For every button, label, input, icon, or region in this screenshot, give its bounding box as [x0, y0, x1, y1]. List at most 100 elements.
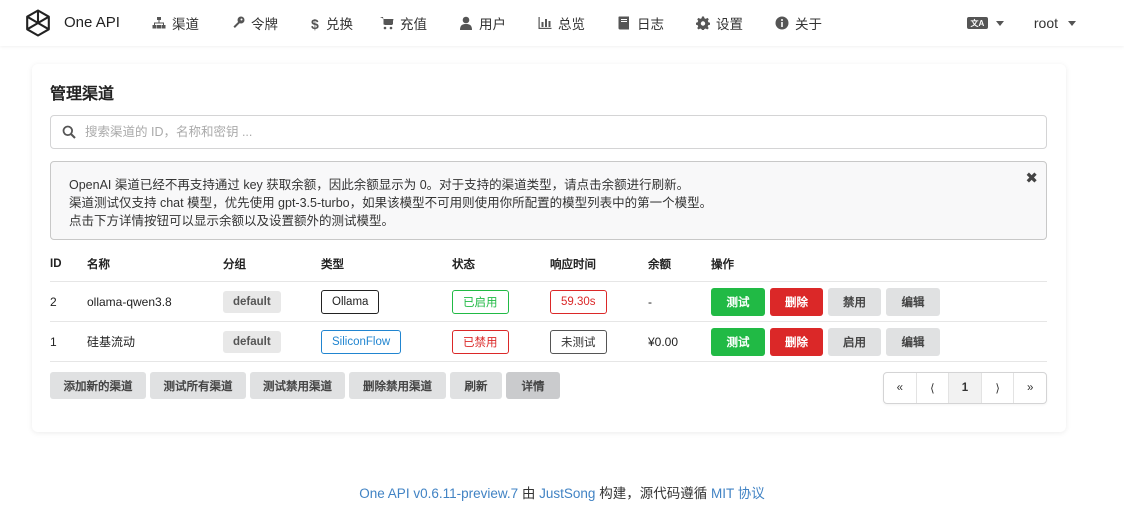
- nav-logs[interactable]: 日志: [617, 13, 664, 33]
- top-navbar: One API 渠道 令牌 $ 兑换 充值 用户 总览 日志 设置 关于 文A …: [0, 0, 1124, 46]
- notice-line: 点击下方详情按钮可以显示余额以及设置额外的测试模型。: [69, 214, 395, 228]
- nav-settings-label: 设置: [716, 17, 743, 32]
- test-all-channels-button[interactable]: 测试所有渠道: [150, 372, 246, 399]
- nav-users[interactable]: 用户: [459, 13, 506, 33]
- nav-logs-label: 日志: [637, 17, 664, 32]
- col-group[interactable]: 分组: [223, 246, 246, 281]
- info-notice: OpenAI 渠道已经不再支持通过 key 获取余额，因此余额显示为 0。对于支…: [50, 161, 1047, 240]
- openai-logo-icon[interactable]: [22, 7, 54, 39]
- chevron-down-icon: [995, 20, 1004, 26]
- dollar-icon: $: [311, 16, 319, 32]
- nav-dashboard-label: 总览: [558, 17, 585, 32]
- main-nav: 渠道 令牌 $ 兑换 充值 用户 总览 日志 设置 关于: [150, 0, 822, 46]
- translate-icon: 文A: [966, 17, 988, 29]
- language-dropdown[interactable]: 文A: [966, 17, 1004, 29]
- col-id[interactable]: ID: [50, 246, 62, 281]
- col-status[interactable]: 状态: [452, 246, 475, 281]
- test-button[interactable]: 测试: [711, 287, 765, 316]
- col-actions: 操作: [711, 258, 734, 271]
- footer-text: 由: [518, 486, 540, 501]
- table-row: 1 硅基流动 default SiliconFlow 已禁用 未测试 ¥0.00…: [50, 322, 1047, 362]
- key-icon: [231, 16, 247, 30]
- bar-chart-icon: [538, 16, 554, 30]
- channels-card: 管理渠道 OpenAI 渠道已经不再支持通过 key 获取余额，因此余额显示为 …: [32, 64, 1066, 432]
- author-link[interactable]: JustSong: [539, 486, 595, 501]
- last-page-button[interactable]: »: [1014, 373, 1046, 403]
- col-type[interactable]: 类型: [321, 246, 344, 281]
- nav-topup[interactable]: 充值: [380, 13, 427, 33]
- type-badge: Ollama: [321, 289, 380, 314]
- nav-channels[interactable]: 渠道: [152, 13, 199, 33]
- nav-users-label: 用户: [479, 17, 506, 32]
- app-brand[interactable]: One API: [64, 14, 120, 31]
- page-title: 管理渠道: [50, 86, 115, 103]
- nav-redeem[interactable]: $ 兑换: [311, 13, 353, 33]
- search-input[interactable]: [85, 125, 985, 139]
- refresh-button[interactable]: 刷新: [450, 372, 502, 399]
- nav-channels-label: 渠道: [172, 17, 199, 32]
- info-icon: [775, 16, 791, 30]
- nav-tokens[interactable]: 令牌: [231, 13, 278, 33]
- user-dropdown[interactable]: root: [1034, 15, 1076, 31]
- test-disabled-channels-button[interactable]: 测试禁用渠道: [250, 372, 345, 399]
- chevron-down-icon: [1068, 20, 1076, 26]
- status-badge: 已启用: [452, 289, 509, 314]
- gear-icon: [696, 16, 712, 30]
- sitemap-icon: [152, 16, 168, 30]
- edit-button[interactable]: 编辑: [886, 287, 940, 316]
- nav-topup-label: 充值: [400, 17, 427, 32]
- nav-tokens-label: 令牌: [251, 17, 278, 32]
- nav-about[interactable]: 关于: [775, 13, 822, 33]
- nav-settings[interactable]: 设置: [696, 13, 743, 33]
- enable-button[interactable]: 启用: [828, 327, 881, 356]
- first-page-button[interactable]: «: [884, 373, 917, 403]
- nav-redeem-label: 兑换: [326, 17, 353, 32]
- footer-text: 构建，源代码遵循: [595, 486, 711, 501]
- edit-button[interactable]: 编辑: [886, 327, 940, 356]
- page-footer: One API v0.6.11-preview.7 由 JustSong 构建，…: [0, 482, 1124, 502]
- row-name: ollama-qwen3.8: [87, 294, 172, 309]
- nav-dashboard[interactable]: 总览: [538, 13, 585, 33]
- table-row: 2 ollama-qwen3.8 default Ollama 已启用 59.3…: [50, 282, 1047, 322]
- col-name[interactable]: 名称: [87, 246, 110, 281]
- book-icon: [617, 16, 633, 30]
- details-button[interactable]: 详情: [506, 372, 560, 399]
- search-icon: [62, 125, 76, 139]
- balance-value[interactable]: ¥0.00: [648, 322, 678, 361]
- group-badge: default: [223, 290, 281, 313]
- disable-button[interactable]: 禁用: [828, 287, 881, 316]
- prev-page-button[interactable]: ⟨: [917, 373, 950, 403]
- username: root: [1033, 15, 1058, 31]
- notice-line: 渠道测试仅支持 chat 模型，优先使用 gpt-3.5-turbo，如果该模型…: [69, 196, 713, 210]
- cart-icon: [380, 16, 396, 30]
- next-page-button[interactable]: ⟩: [982, 373, 1015, 403]
- type-badge: SiliconFlow: [321, 329, 402, 354]
- status-badge: 已禁用: [452, 329, 509, 354]
- license-link[interactable]: MIT 协议: [711, 486, 765, 501]
- search-box[interactable]: [50, 115, 1047, 149]
- table-header: ID 名称 分组 类型 状态 响应时间 余额 操作: [50, 246, 1047, 282]
- channels-table: ID 名称 分组 类型 状态 响应时间 余额 操作 2 ollama-qwen3…: [50, 246, 1047, 362]
- add-channel-button[interactable]: 添加新的渠道: [50, 372, 146, 399]
- response-time-badge[interactable]: 59.30s: [550, 289, 607, 314]
- nav-about-label: 关于: [795, 17, 822, 32]
- table-footer-actions: 添加新的渠道 测试所有渠道 测试禁用渠道 删除禁用渠道 刷新 详情: [50, 372, 564, 399]
- response-time-badge[interactable]: 未测试: [550, 329, 607, 354]
- notice-line: OpenAI 渠道已经不再支持通过 key 获取余额，因此余额显示为 0。对于支…: [69, 178, 690, 192]
- page-1-button[interactable]: 1: [949, 373, 982, 403]
- app-version-link[interactable]: One API v0.6.11-preview.7: [359, 486, 518, 501]
- row-name: 硅基流动: [87, 335, 136, 349]
- delete-button[interactable]: 删除: [770, 287, 823, 316]
- row-id: 2: [50, 294, 57, 309]
- balance-value[interactable]: -: [648, 282, 652, 321]
- user-icon: [459, 16, 475, 30]
- delete-disabled-channels-button[interactable]: 删除禁用渠道: [349, 372, 446, 399]
- pagination: « ⟨ 1 ⟩ »: [883, 372, 1047, 404]
- row-id: 1: [50, 334, 57, 349]
- delete-button[interactable]: 删除: [770, 327, 823, 356]
- close-icon[interactable]: ✖: [1025, 170, 1038, 188]
- col-balance[interactable]: 余额: [648, 246, 671, 281]
- test-button[interactable]: 测试: [711, 327, 765, 356]
- col-response[interactable]: 响应时间: [550, 246, 596, 281]
- group-badge: default: [223, 330, 281, 353]
